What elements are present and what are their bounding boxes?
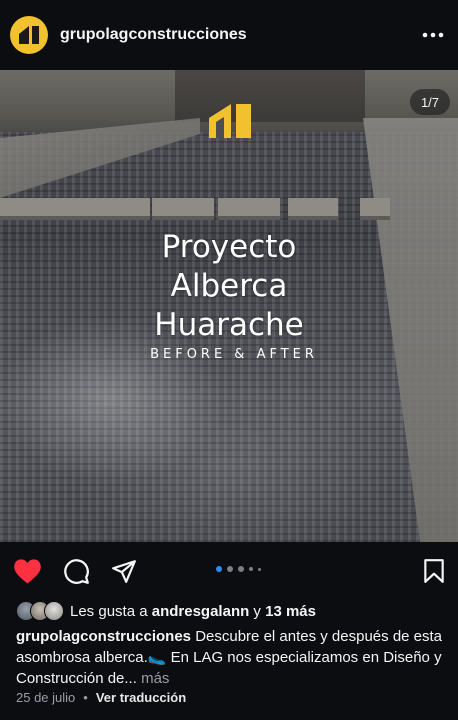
carousel-dot — [227, 566, 233, 572]
stone-wall — [175, 70, 365, 122]
carousel-dot — [249, 567, 253, 571]
liker-avatars — [16, 601, 64, 621]
post-header: grupolagconstrucciones — [0, 0, 458, 70]
translate-link[interactable]: Ver traducción — [96, 690, 186, 705]
likes-others[interactable]: 13 más — [265, 603, 316, 620]
overlay-title-line: Proyecto — [161, 229, 297, 265]
post-username[interactable]: grupolagconstrucciones — [60, 26, 418, 44]
caption-emoji: 🥿 — [147, 649, 167, 666]
liker-username[interactable]: andresgalann — [152, 603, 250, 620]
carousel-dot — [238, 566, 244, 572]
post-image[interactable]: 1/7 Proyecto Alberca Huarache BEFORE & A… — [0, 70, 458, 542]
likes-summary[interactable]: Les gusta a andresgalann y 13 más — [16, 600, 316, 622]
heart-filled-icon — [13, 558, 41, 584]
pool-steps — [0, 198, 400, 222]
post-actions — [0, 548, 458, 594]
caption-username[interactable]: grupolagconstrucciones — [16, 628, 191, 645]
send-icon — [112, 560, 136, 583]
post-date: 25 de julio — [16, 690, 76, 705]
avatar — [44, 601, 64, 621]
likes-prefix: Les gusta a — [70, 602, 152, 620]
avatar[interactable] — [10, 16, 48, 54]
like-button[interactable] — [12, 556, 42, 586]
likes-text: Les gusta a andresgalann y 13 más — [70, 603, 316, 620]
carousel-dot-active — [216, 566, 222, 572]
caption-more-link[interactable]: más — [137, 670, 169, 687]
comment-button[interactable] — [61, 556, 91, 586]
lag-logo-icon — [209, 104, 251, 138]
overlay-title-line: Huarache — [154, 307, 304, 343]
lag-logo-icon — [19, 26, 39, 44]
overlay-title: Proyecto Alberca Huarache — [0, 228, 458, 345]
post-caption: grupolagconstrucciones Descubre el antes… — [16, 626, 446, 689]
share-button[interactable] — [109, 556, 139, 586]
overlay-title-line: Alberca — [170, 268, 288, 304]
carousel-dot — [258, 567, 261, 571]
likes-connector: y — [249, 602, 266, 620]
save-button[interactable] — [419, 556, 449, 586]
comment-icon — [63, 558, 89, 584]
post-meta: 25 de julio • Ver traducción — [16, 690, 186, 705]
overlay-subtitle: BEFORE & AFTER — [150, 347, 318, 362]
carousel-dots — [216, 566, 261, 572]
bookmark-icon — [424, 559, 444, 583]
meta-separator: • — [83, 690, 88, 705]
more-options-icon[interactable] — [418, 20, 448, 50]
carousel-counter: 1/7 — [410, 89, 450, 115]
